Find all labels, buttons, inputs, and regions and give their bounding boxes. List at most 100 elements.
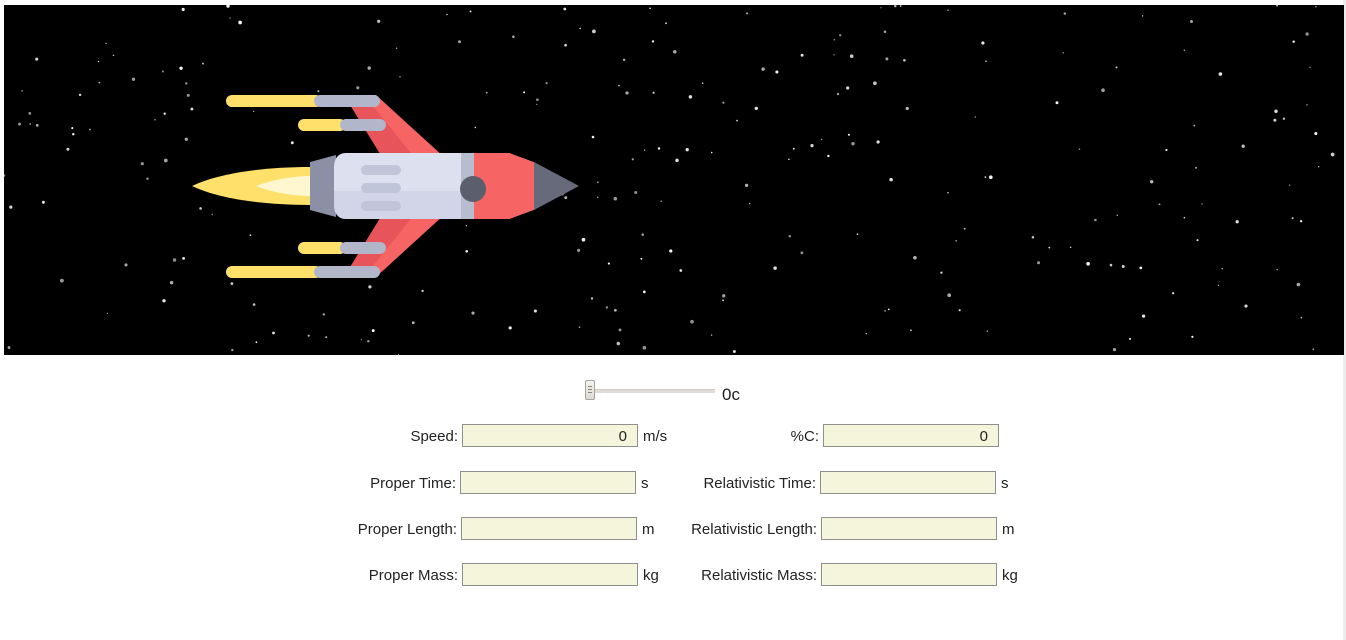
star	[368, 285, 372, 289]
star	[1063, 12, 1067, 15]
star	[255, 341, 258, 344]
star	[185, 82, 188, 85]
star	[940, 271, 943, 274]
star	[745, 183, 749, 187]
star	[35, 57, 39, 61]
proper-mass-field[interactable]	[462, 563, 638, 586]
star	[465, 249, 469, 253]
star	[163, 158, 168, 163]
percent-c-field[interactable]	[823, 424, 999, 447]
relativistic-mass-field[interactable]	[821, 563, 997, 586]
star	[792, 147, 795, 150]
star	[613, 196, 618, 201]
star	[887, 308, 890, 311]
star	[1183, 49, 1186, 51]
star	[1190, 20, 1193, 23]
star	[675, 158, 679, 163]
star	[399, 76, 401, 78]
relativistic-time-field[interactable]	[820, 471, 996, 494]
star	[238, 20, 242, 25]
star	[1193, 124, 1196, 127]
star	[161, 70, 164, 73]
star	[910, 329, 912, 332]
star	[1312, 348, 1315, 351]
star	[839, 34, 842, 37]
star	[1101, 88, 1105, 93]
relativistic-length-field[interactable]	[821, 517, 997, 540]
relativistic-mass-unit: kg	[1002, 567, 1018, 584]
star	[1289, 184, 1291, 186]
star	[112, 54, 115, 57]
star	[1115, 66, 1118, 69]
star	[325, 336, 328, 339]
star	[634, 191, 638, 194]
star	[851, 142, 855, 146]
star	[947, 9, 949, 11]
star	[322, 313, 326, 316]
star	[981, 41, 985, 45]
star	[199, 207, 202, 210]
space-animation-canvas	[4, 5, 1344, 355]
star	[1196, 239, 1199, 242]
star	[710, 334, 713, 336]
star	[1330, 152, 1335, 157]
star	[865, 332, 867, 335]
star	[1121, 265, 1125, 268]
star	[673, 50, 677, 54]
star	[523, 91, 526, 94]
star	[1292, 40, 1295, 43]
star	[722, 101, 725, 104]
star	[72, 132, 75, 136]
star	[873, 81, 877, 86]
star	[35, 124, 39, 127]
star	[746, 12, 749, 15]
star	[876, 140, 880, 144]
star	[885, 57, 889, 61]
star	[641, 233, 644, 236]
star	[7, 346, 11, 349]
star	[371, 329, 375, 333]
starfield	[4, 5, 1335, 355]
slider-thumb[interactable]	[585, 380, 595, 400]
star	[710, 151, 713, 154]
star	[395, 47, 398, 50]
star	[1191, 335, 1194, 338]
star	[190, 107, 194, 111]
star	[421, 289, 424, 293]
star	[9, 205, 13, 209]
star	[1221, 267, 1224, 270]
proper-length-field[interactable]	[461, 517, 637, 540]
star	[761, 67, 765, 71]
star	[597, 196, 599, 198]
speed-slider[interactable]: 0c	[585, 380, 785, 406]
star	[947, 191, 949, 194]
star	[618, 328, 622, 332]
star	[660, 200, 662, 203]
star	[889, 177, 893, 182]
star	[1165, 148, 1168, 152]
star	[231, 348, 234, 352]
star	[1217, 284, 1220, 286]
star	[607, 262, 610, 265]
star	[1078, 148, 1081, 150]
star	[894, 5, 897, 8]
star	[618, 84, 620, 87]
star	[469, 10, 472, 13]
slider-track[interactable]	[589, 389, 715, 393]
proper-time-field[interactable]	[460, 471, 636, 494]
relativistic-time-label: Relativistic Time:	[703, 475, 816, 492]
star	[1299, 219, 1303, 223]
star	[4, 174, 6, 177]
star	[41, 200, 45, 204]
star	[1141, 15, 1144, 17]
speed-field[interactable]	[462, 424, 638, 447]
star	[577, 248, 581, 252]
star	[1141, 314, 1146, 318]
star	[643, 149, 646, 151]
relativistic-length-unit: m	[1002, 521, 1015, 538]
proper-time-label: Proper Time:	[370, 475, 456, 492]
star	[883, 30, 887, 34]
star	[984, 176, 987, 179]
star	[591, 135, 595, 139]
star	[657, 147, 661, 150]
